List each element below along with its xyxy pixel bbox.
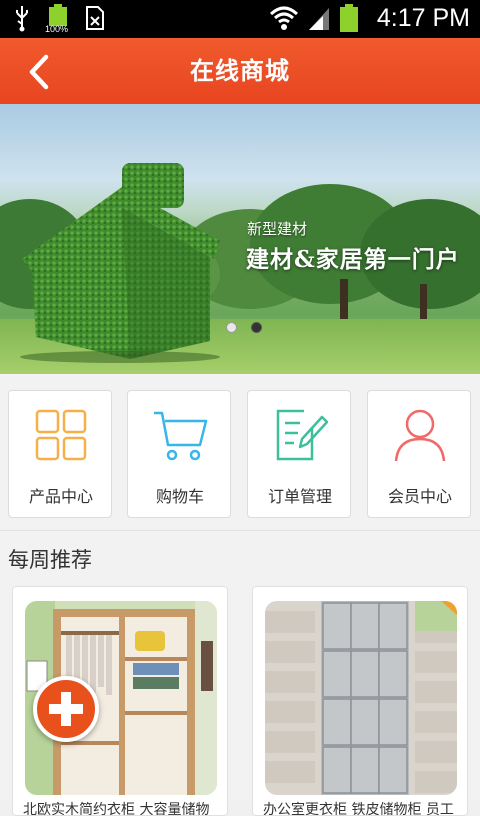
nav-label: 订单管理 — [267, 487, 332, 506]
divider — [0, 530, 480, 531]
grid-icon — [35, 409, 87, 461]
app-header: 在线商城 — [0, 38, 480, 104]
floating-add-button[interactable] — [33, 676, 99, 742]
weekly-recommend: 每周推荐 北欧实木简约衣柜 大容量储物 办公室更衣柜 铁皮储物柜 员工 — [0, 530, 480, 816]
status-bar: 100% 4:17 PM — [0, 0, 480, 38]
page-title: 在线商城 — [190, 57, 290, 85]
carousel-indicator — [226, 322, 262, 333]
sim-icon — [86, 6, 104, 30]
usb-icon — [16, 6, 28, 32]
quick-nav: 产品中心 购物车 订单管理 会员中心 — [0, 374, 480, 530]
battery-percent-label: 100% — [45, 24, 69, 34]
cart-icon — [154, 411, 208, 461]
nav-orders[interactable]: 订单管理 — [247, 390, 351, 518]
signal-icon — [308, 8, 329, 30]
order-edit-icon — [276, 409, 328, 461]
nav-label: 产品中心 — [28, 487, 93, 506]
banner-headline: 建材&家居第一门户 — [246, 246, 460, 273]
banner-subtitle: 新型建材 — [247, 220, 308, 238]
nav-label: 会员中心 — [387, 487, 452, 506]
product-name: 北欧实木简约衣柜 大容量储物 — [23, 802, 210, 816]
grass-house-image — [20, 163, 220, 363]
clock: 4:17 PM — [376, 3, 470, 32]
product-card[interactable]: 办公室更衣柜 铁皮储物柜 员工 — [252, 586, 468, 816]
battery-full-icon: 100% — [45, 4, 70, 34]
section-title: 每周推荐 — [8, 548, 92, 572]
carousel-dot-1[interactable] — [226, 322, 237, 333]
nav-product-center[interactable]: 产品中心 — [8, 390, 112, 518]
plus-icon — [49, 692, 83, 726]
locker-image — [265, 601, 457, 795]
nav-member-center[interactable]: 会员中心 — [367, 390, 471, 518]
nav-label: 购物车 — [155, 487, 204, 506]
product-name: 办公室更衣柜 铁皮储物柜 员工 — [263, 802, 454, 816]
carousel-dot-2[interactable] — [251, 322, 262, 333]
battery-icon — [339, 4, 358, 32]
user-icon — [394, 409, 446, 462]
nav-cart[interactable]: 购物车 — [127, 390, 231, 518]
promo-banner[interactable]: 新型建材 建材&家居第一门户 — [0, 104, 480, 374]
wifi-icon — [269, 6, 298, 30]
